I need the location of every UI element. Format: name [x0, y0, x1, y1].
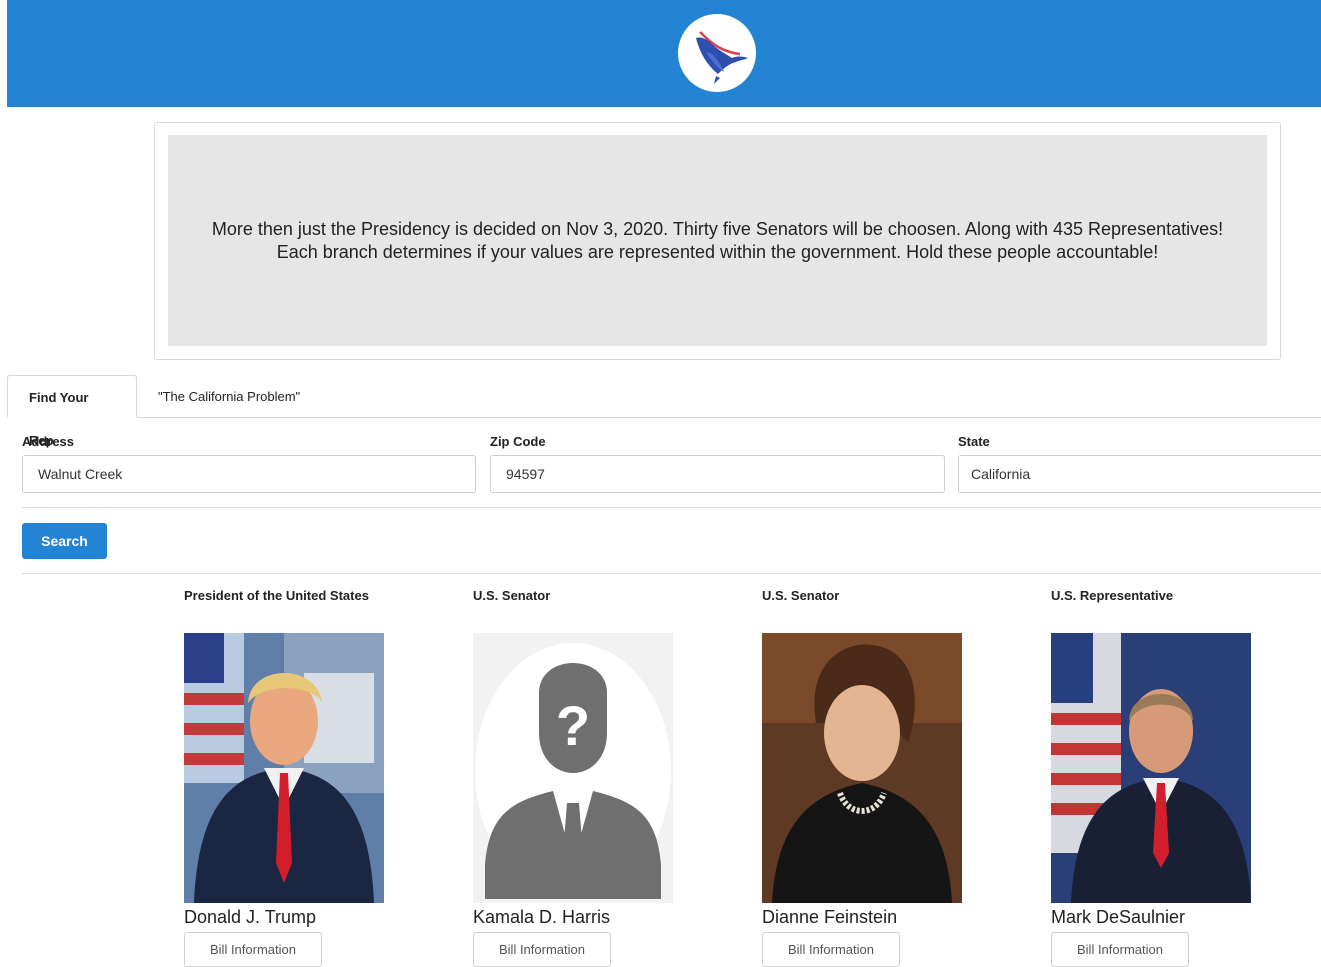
intro-banner: More then just the Presidency is decided…: [168, 135, 1267, 346]
header-bar: [7, 0, 1321, 107]
banner-line-2: Each branch determines if your values ar…: [276, 241, 1159, 262]
state-label: State: [958, 434, 990, 449]
rep-name: Mark DeSaulnier: [1051, 907, 1186, 927]
address-label: Address: [22, 434, 75, 449]
rep-card-president: President of the United States Donald J.…: [184, 587, 394, 967]
zip-code-input[interactable]: [490, 455, 945, 493]
bill-information-button[interactable]: Bill Information: [473, 932, 611, 967]
tab-find-your-rep[interactable]: Find Your Rep: [7, 375, 137, 448]
rep-card-representative: U.S. Representative Mark DeSaulnier Bill…: [1051, 587, 1261, 967]
address-input[interactable]: [22, 455, 476, 493]
rep-role: U.S. Senator: [473, 588, 551, 603]
tab-bar: Find Your Rep "The California Problem": [7, 375, 1321, 448]
banner-line-1: More then just the Presidency is decided…: [211, 218, 1224, 239]
eagle-logo-icon[interactable]: [678, 14, 756, 92]
intro-card: More then just the Presidency is decided…: [154, 122, 1281, 360]
rep-photo-placeholder: ?: [473, 633, 673, 903]
state-input[interactable]: [958, 455, 1321, 493]
bill-information-button[interactable]: Bill Information: [1051, 932, 1189, 967]
rep-role: U.S. Representative: [1051, 588, 1174, 603]
rep-name: Kamala D. Harris: [473, 907, 611, 927]
rep-photo-trump: [184, 633, 384, 903]
bill-information-button[interactable]: Bill Information: [762, 932, 900, 967]
zip-code-label: Zip Code: [490, 434, 546, 449]
bill-information-button[interactable]: Bill Information: [184, 932, 322, 967]
rep-photo-feinstein: [762, 633, 962, 903]
rep-name: Dianne Feinstein: [762, 907, 898, 927]
svg-text:?: ?: [556, 694, 590, 757]
rep-card-senator-2: U.S. Senator Dianne Feinstein Bill Infor…: [762, 587, 972, 967]
form-divider: [22, 507, 1321, 508]
rep-role: U.S. Senator: [762, 588, 840, 603]
results-divider: [22, 573, 1321, 574]
tab-california-problem[interactable]: "The California Problem": [137, 375, 321, 418]
rep-name: Donald J. Trump: [184, 907, 317, 927]
search-button[interactable]: Search: [22, 523, 107, 559]
rep-card-senator-1: U.S. Senator ? Kamala D. Harris Bill Inf…: [473, 587, 683, 967]
rep-photo-desaulnier: [1051, 633, 1251, 903]
rep-role: President of the United States: [184, 588, 369, 603]
